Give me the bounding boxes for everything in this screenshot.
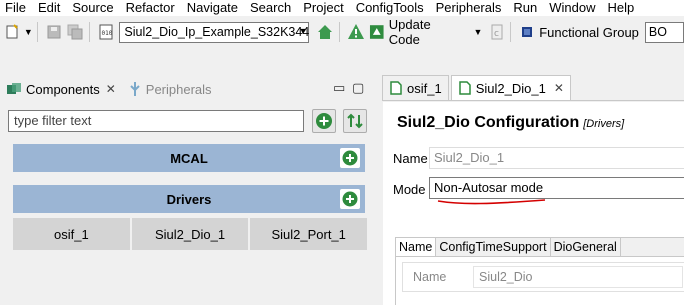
tab-osif-1-label: osif_1 <box>407 80 442 96</box>
section-mcal[interactable]: MCAL <box>13 144 365 172</box>
mode-label: Mode <box>393 182 426 197</box>
name-label: Name <box>393 151 428 166</box>
add-mcal-icon[interactable] <box>340 148 360 168</box>
functional-group: Functional Group <box>519 24 639 40</box>
components-panel-tabs: Components ✕ Peripherals <box>0 76 372 102</box>
dio-tab-content: Name Siul2_Dio <box>395 257 684 305</box>
tab-osif-1[interactable]: osif_1 <box>382 75 449 100</box>
inner-name-label: Name <box>413 270 447 284</box>
menu-search[interactable]: Search <box>244 1 297 15</box>
update-code-icon <box>370 25 384 39</box>
tab-peripherals-label: Peripherals <box>145 81 212 97</box>
components-icon <box>7 83 21 94</box>
editor-tabs: osif_1 Siul2_Dio_1 ✕ <box>382 75 684 101</box>
update-code-button[interactable]: Update Code <box>369 17 463 47</box>
toolbar-separator <box>37 22 39 42</box>
configuration-editor: Siul2_Dio Configuration [Drivers] Name Si… <box>383 102 684 305</box>
menu-window[interactable]: Window <box>543 1 601 15</box>
chevron-down-icon: ▾ <box>300 25 306 37</box>
main-toolbar: ▼ 010 Siul2_Dio_Ip_Example_S32K344 ▾ Upd… <box>0 17 684 47</box>
close-icon[interactable]: ✕ <box>106 82 116 96</box>
menu-refactor[interactable]: Refactor <box>120 1 181 15</box>
component-siul2-port-1[interactable]: Siul2_Port_1 <box>250 218 368 250</box>
add-component-button[interactable] <box>312 109 336 133</box>
save-all-icon[interactable] <box>66 22 85 42</box>
components-panel: Components ✕ Peripherals ▭ ▢ type filter… <box>0 74 372 305</box>
save-icon[interactable] <box>44 22 63 42</box>
svg-text:c: c <box>494 29 499 39</box>
menu-project[interactable]: Project <box>297 1 349 15</box>
add-drivers-icon[interactable] <box>340 189 360 209</box>
config-file-icon <box>390 81 402 95</box>
mode-select[interactable]: Non-Autosar mode <box>429 177 684 199</box>
menu-run[interactable]: Run <box>507 1 543 15</box>
config-title-tag: [Drivers] <box>583 118 625 130</box>
update-code-dropdown-icon[interactable]: ▼ <box>471 22 485 42</box>
dio-tabs: Name ConfigTimeSupport DioGeneral <box>395 237 684 257</box>
config-file-icon <box>458 81 471 95</box>
project-select[interactable]: Siul2_Dio_Ip_Example_S32K344 ▾ <box>119 21 310 43</box>
dropdown-arrow-icon[interactable]: ▼ <box>23 22 33 42</box>
binary-icon[interactable]: 010 <box>96 22 115 42</box>
toolbar-separator <box>338 22 340 42</box>
inner-name-row: Name Siul2_Dio <box>402 262 684 292</box>
section-mcal-label: MCAL <box>170 150 208 166</box>
toolbar-separator <box>89 22 90 42</box>
component-osif-1[interactable]: osif_1 <box>13 218 130 250</box>
menu-navigate[interactable]: Navigate <box>181 1 244 15</box>
warning-icon[interactable] <box>346 22 365 42</box>
update-code-label: Update Code <box>388 17 431 47</box>
menu-configtools[interactable]: ConfigTools <box>350 1 430 15</box>
menu-peripherals[interactable]: Peripherals <box>430 1 508 15</box>
svg-text:010: 010 <box>101 30 112 37</box>
minimize-icon[interactable]: ▭ <box>333 80 345 96</box>
menu-file[interactable]: File <box>0 1 32 15</box>
sort-button[interactable] <box>343 109 367 133</box>
tab-config-time-support[interactable]: ConfigTimeSupport <box>436 238 551 256</box>
tab-name[interactable]: Name <box>396 238 437 256</box>
home-icon[interactable] <box>315 22 334 42</box>
maximize-icon[interactable]: ▢ <box>352 80 364 96</box>
sort-icon <box>347 113 363 129</box>
project-select-value: Siul2_Dio_Ip_Example_S32K344 <box>124 25 310 39</box>
name-field: Siul2_Dio_1 <box>429 147 684 169</box>
component-siul2-dio-1[interactable]: Siul2_Dio_1 <box>131 218 249 250</box>
tab-components-label: Components <box>26 81 100 97</box>
section-drivers-label: Drivers <box>166 191 212 207</box>
driver-components: osif_1 Siul2_Dio_1 Siul2_Port_1 <box>13 218 368 250</box>
menu-help[interactable]: Help <box>602 1 641 15</box>
functional-group-label: Functional Group <box>539 24 639 40</box>
menu-edit[interactable]: Edit <box>32 1 66 15</box>
toolbar-separator <box>510 22 512 42</box>
section-drivers[interactable]: Drivers <box>13 185 365 213</box>
config-title-text: Siul2_Dio Configuration <box>397 114 580 131</box>
peripherals-icon <box>130 82 140 96</box>
new-file-icon[interactable] <box>2 22 21 42</box>
filter-input[interactable]: type filter text <box>8 110 304 132</box>
inner-name-field: Siul2_Dio <box>473 266 683 288</box>
page-title: Siul2_Dio Configuration [Drivers] <box>397 114 624 132</box>
chip-icon <box>522 27 533 37</box>
menu-bar: File Edit Source Refactor Navigate Searc… <box>0 0 684 16</box>
add-icon <box>316 113 332 129</box>
red-underline-annotation <box>437 199 546 205</box>
tab-components[interactable]: Components ✕ <box>0 76 122 102</box>
tab-peripherals[interactable]: Peripherals <box>122 76 218 102</box>
generate-icon[interactable]: c <box>487 22 506 42</box>
functional-group-select[interactable]: BO <box>644 21 684 43</box>
tab-dio-general[interactable]: DioGeneral <box>551 238 621 256</box>
menu-source[interactable]: Source <box>66 1 119 15</box>
close-icon[interactable]: ✕ <box>554 81 564 95</box>
tab-siul2-dio-1-label: Siul2_Dio_1 <box>475 80 546 96</box>
tab-siul2-dio-1[interactable]: Siul2_Dio_1 ✕ <box>450 75 571 100</box>
